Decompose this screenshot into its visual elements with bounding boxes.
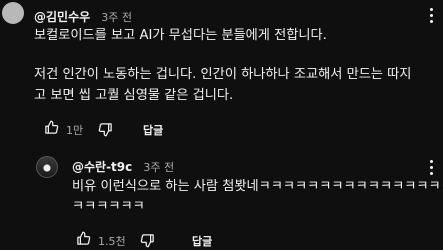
avatar[interactable] bbox=[2, 2, 24, 24]
more-vertical-icon[interactable] bbox=[430, 160, 434, 178]
reply-time[interactable]: 3주 전 bbox=[143, 161, 174, 174]
comment-text-line-2: 저건 인간이 노동하는 겁니다. 인간이 하나하나 조교해서 만드는 따지 bbox=[34, 67, 412, 82]
thumbs-down-icon[interactable] bbox=[140, 233, 155, 248]
reply-text-line-1: 비유 이런식으로 하는 사람 첨봣네ㅋㅋㅋㅋㅋㅋㅋㅋㅋㅋㅋㅋㅋㅋㅋㅋ bbox=[72, 179, 443, 194]
reply-button[interactable]: 답글 bbox=[143, 122, 163, 138]
comment-header: @김민수우 3주 전 bbox=[34, 6, 132, 25]
comment-author[interactable]: @김민수우 bbox=[34, 10, 90, 24]
thumbs-down-icon[interactable] bbox=[98, 122, 113, 137]
thumbs-up-icon[interactable] bbox=[76, 231, 91, 246]
comment-text-line-1: 보컬로이드를 보고 AI가 무섭다는 분들에게 전합니다. bbox=[34, 28, 327, 43]
reply-author[interactable]: @수란-t9c bbox=[72, 160, 132, 174]
thumbs-up-icon[interactable] bbox=[44, 120, 59, 135]
comment-text-line-3: 고 보면 씹 고퀄 심영물 같은 겁니다. bbox=[34, 88, 234, 103]
avatar[interactable] bbox=[36, 156, 58, 178]
comment-time[interactable]: 3주 전 bbox=[101, 11, 132, 24]
like-count: 1만 bbox=[66, 124, 84, 137]
reply-header: @수란-t9c 3주 전 bbox=[72, 156, 174, 175]
like-count: 1.5천 bbox=[98, 235, 126, 248]
reply-button[interactable]: 답글 bbox=[192, 233, 212, 249]
reply-text-line-2: ㅋㅋㅋㅋㅋㅋ bbox=[72, 199, 145, 214]
more-vertical-icon[interactable] bbox=[430, 8, 434, 26]
